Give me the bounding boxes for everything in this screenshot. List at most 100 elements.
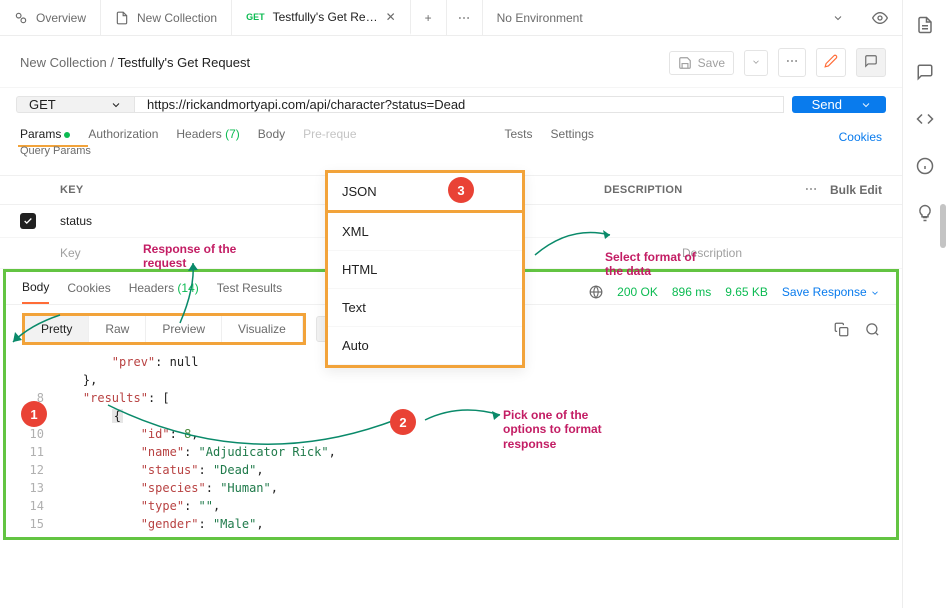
query-params-heading: Query Params	[20, 145, 91, 157]
annotation-text-select: Select format of the data	[605, 250, 705, 279]
search-button[interactable]	[865, 322, 880, 337]
viewmode-visualize[interactable]: Visualize	[222, 316, 303, 342]
annotation-arrow	[420, 400, 510, 440]
code-rail-button[interactable]	[916, 110, 934, 131]
comment-icon	[864, 54, 878, 68]
save-icon	[678, 56, 692, 70]
copy-button[interactable]	[834, 322, 849, 337]
annotation-arrow	[100, 395, 400, 475]
tab-label: Overview	[36, 11, 86, 25]
tab-label: Headers	[176, 127, 221, 141]
send-button[interactable]: Send	[792, 96, 886, 113]
tab-settings[interactable]: Settings	[551, 127, 594, 147]
info-icon	[916, 157, 934, 175]
globe-icon[interactable]	[589, 285, 603, 299]
tab-resp-body[interactable]: Body	[22, 280, 49, 304]
file-icon	[115, 11, 129, 25]
code-icon	[916, 110, 934, 128]
more-actions-button[interactable]	[778, 48, 806, 77]
comment-icon	[916, 63, 934, 81]
check-icon	[23, 216, 33, 226]
tab-active-request[interactable]: GET Testfully's Get Re… ✕	[232, 0, 411, 35]
response-size: 9.65 KB	[725, 285, 768, 299]
comments-button[interactable]	[856, 48, 886, 77]
tab-overview[interactable]: Overview	[0, 0, 101, 35]
save-options-button[interactable]	[744, 50, 768, 76]
link-icon	[14, 11, 28, 25]
copy-icon	[834, 322, 849, 337]
tab-tests[interactable]: Tests	[505, 127, 533, 147]
chevron-down-icon	[860, 99, 872, 111]
save-response-button[interactable]: Save Response	[782, 285, 880, 299]
bulk-edit-button[interactable]: Bulk Edit	[830, 183, 882, 197]
request-tabs: Params Authorization Headers (7) Body Pr…	[0, 123, 902, 147]
tab-body[interactable]: Body	[258, 127, 285, 147]
ellipsis-icon	[804, 182, 818, 196]
url-input[interactable]: https://rickandmortyapi.com/api/characte…	[134, 96, 784, 113]
format-dropdown-menu: JSON XML HTML Text Auto	[325, 170, 525, 368]
eye-icon	[872, 10, 888, 26]
breadcrumb-collection[interactable]: New Collection	[20, 55, 107, 70]
save-response-label: Save Response	[782, 285, 867, 299]
annotation-badge-3: 3	[448, 177, 474, 203]
tab-label: Headers	[129, 281, 174, 295]
more-tabs-button[interactable]	[447, 0, 483, 35]
pencil-icon	[824, 54, 838, 68]
url-bar: GET https://rickandmortyapi.com/api/char…	[0, 88, 902, 123]
tab-pre-request[interactable]: Pre-reque	[303, 127, 356, 147]
lightbulb-icon	[916, 204, 934, 222]
column-options-button[interactable]	[804, 182, 818, 199]
help-rail-button[interactable]	[916, 204, 934, 225]
format-option-text[interactable]: Text	[328, 289, 522, 327]
tab-authorization[interactable]: Authorization	[88, 127, 158, 147]
request-header: New Collection / Testfully's Get Request…	[0, 36, 902, 88]
tab-bar: Overview New Collection GET Testfully's …	[0, 0, 902, 36]
method-selector[interactable]: GET	[16, 96, 134, 113]
chevron-down-icon	[832, 12, 844, 24]
scroll-indicator[interactable]	[940, 204, 946, 248]
format-option-auto[interactable]: Auto	[328, 327, 522, 365]
tab-headers[interactable]: Headers (7)	[176, 127, 239, 147]
new-tab-button[interactable]: +	[411, 0, 447, 35]
tab-resp-cookies[interactable]: Cookies	[67, 281, 110, 303]
chevron-down-icon	[751, 57, 761, 67]
ellipsis-icon	[457, 11, 471, 25]
save-label: Save	[698, 56, 725, 70]
environment-selector[interactable]: No Environment	[483, 11, 858, 25]
right-rail	[902, 0, 946, 608]
column-description: DESCRIPTION	[604, 184, 804, 196]
annotation-arrow	[5, 310, 65, 350]
cookies-link[interactable]: Cookies	[839, 130, 882, 144]
column-key: KEY	[60, 184, 320, 196]
breadcrumb: New Collection / Testfully's Get Request	[20, 55, 250, 70]
comments-rail-button[interactable]	[916, 63, 934, 84]
param-enabled-checkbox[interactable]	[20, 213, 36, 229]
view-environment-button[interactable]	[858, 0, 902, 35]
close-icon[interactable]: ✕	[386, 10, 396, 24]
save-button[interactable]: Save	[669, 51, 734, 75]
tab-label: Testfully's Get Re…	[273, 10, 378, 24]
chevron-down-icon	[870, 288, 880, 298]
edit-button[interactable]	[816, 48, 846, 77]
annotation-badge-2: 2	[390, 409, 416, 435]
format-option-xml[interactable]: XML	[328, 213, 522, 251]
search-icon	[865, 322, 880, 337]
tab-label: Params	[20, 127, 61, 141]
param-desc-placeholder[interactable]: Description	[682, 246, 882, 260]
document-icon	[916, 16, 934, 34]
tab-new-collection[interactable]: New Collection	[101, 0, 232, 35]
response-status: 200 OK	[617, 285, 658, 299]
param-key[interactable]: status	[60, 214, 320, 228]
tab-resp-tests[interactable]: Test Results	[217, 281, 282, 303]
format-option-json[interactable]: JSON	[325, 170, 525, 213]
breadcrumb-request: Testfully's Get Request	[118, 55, 251, 70]
documentation-button[interactable]	[916, 16, 934, 37]
format-option-html[interactable]: HTML	[328, 251, 522, 289]
url-value: https://rickandmortyapi.com/api/characte…	[147, 97, 465, 112]
viewmode-raw[interactable]: Raw	[89, 316, 146, 342]
response-time: 896 ms	[672, 285, 711, 299]
info-rail-button[interactable]	[916, 157, 934, 178]
method-value: GET	[29, 97, 56, 112]
breadcrumb-separator: /	[110, 55, 114, 70]
tab-params[interactable]: Params	[20, 127, 70, 147]
